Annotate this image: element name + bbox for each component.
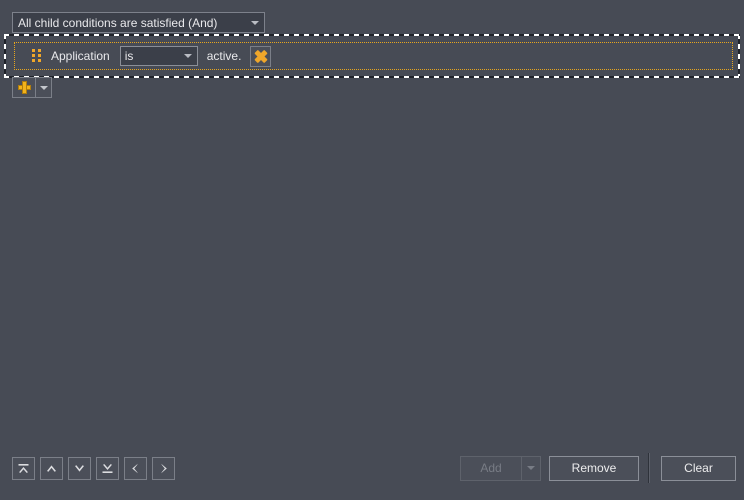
condition-operator-combobox[interactable]: is: [119, 46, 198, 66]
close-x-icon: [254, 49, 268, 63]
group-operator-value: All child conditions are satisfied (And): [18, 15, 218, 30]
condition-value-suffix: active.: [206, 49, 242, 63]
add-condition-split-button[interactable]: [12, 77, 52, 98]
chevron-down-icon: [527, 466, 535, 470]
condition-field-label: Application: [51, 49, 110, 63]
chevron-down-icon: [39, 85, 48, 90]
navigation-button-group: [12, 457, 175, 480]
plus-icon: [17, 81, 31, 94]
add-button[interactable]: Add: [460, 455, 522, 481]
group-operator-combobox[interactable]: All child conditions are satisfied (And): [12, 12, 265, 33]
delete-condition-button[interactable]: [250, 45, 272, 67]
bottom-toolbar: Add Remove Clear: [0, 452, 744, 500]
chevron-down-bar-icon: [102, 464, 113, 473]
chevron-right-icon: [161, 463, 167, 474]
chevron-down-icon: [75, 465, 84, 472]
condition-row[interactable]: Application is active.: [14, 42, 733, 70]
chevron-up-icon: [47, 465, 56, 472]
remove-button[interactable]: Remove: [549, 455, 639, 481]
chevron-down-icon[interactable]: [246, 13, 264, 32]
add-condition-button[interactable]: [12, 77, 36, 98]
chevron-up-bar-icon: [18, 464, 29, 473]
move-down-button[interactable]: [68, 457, 91, 480]
chevron-left-icon: [132, 463, 138, 474]
clear-button[interactable]: Clear: [661, 455, 736, 481]
condition-editor-window: All child conditions are satisfied (And)…: [0, 0, 744, 500]
move-to-top-button[interactable]: [12, 457, 35, 480]
toolbar-separator: [648, 453, 650, 483]
move-to-bottom-button[interactable]: [96, 457, 119, 480]
condition-operator-value: is: [124, 49, 134, 63]
indent-button[interactable]: [152, 457, 175, 480]
move-up-button[interactable]: [40, 457, 63, 480]
add-condition-dropdown-button[interactable]: [36, 77, 52, 98]
action-button-group: Add Remove Clear: [460, 453, 736, 483]
drag-handle-icon[interactable]: [32, 49, 41, 63]
outdent-button[interactable]: [124, 457, 147, 480]
add-button-dropdown[interactable]: [522, 455, 541, 481]
chevron-down-icon[interactable]: [179, 47, 197, 65]
